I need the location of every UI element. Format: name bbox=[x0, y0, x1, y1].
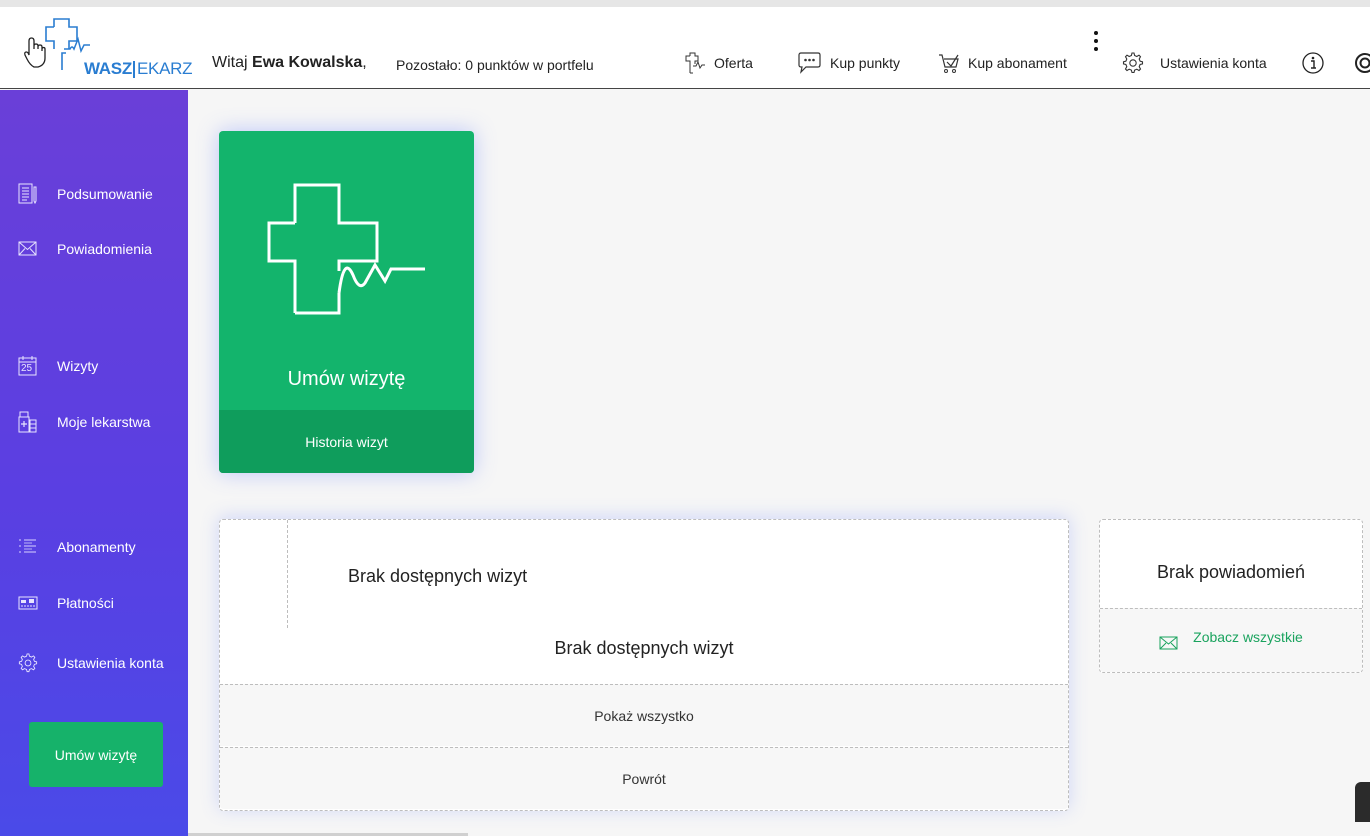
greeting-prefix: Witaj bbox=[212, 54, 248, 71]
app-window: WASZ EKARZ Witaj Ewa Kowalska, Pozostało… bbox=[0, 7, 1370, 836]
show-all-button[interactable]: Pokaż wszystko bbox=[220, 684, 1068, 746]
summary-icon bbox=[18, 183, 38, 205]
visits-empty-message: Brak dostępnych wizyt bbox=[554, 638, 734, 658]
visits-panel: Brak dostępnych wizyt Brak dostępnych wi… bbox=[219, 519, 1069, 811]
power-icon bbox=[1355, 53, 1370, 73]
logout-button[interactable] bbox=[1355, 51, 1370, 75]
nav-buy-points-label: Kup punkty bbox=[830, 55, 901, 71]
nav-account-settings-label: Ustawienia konta bbox=[1160, 55, 1267, 71]
sidebar-item-label: Ustawienia konta bbox=[57, 655, 164, 671]
sidebar-item-label: Płatności bbox=[57, 595, 114, 611]
logo[interactable]: WASZ EKARZ bbox=[20, 15, 192, 79]
nav-offer-label: Oferta bbox=[714, 55, 753, 71]
see-all-label: Zobacz wszystkie bbox=[1193, 628, 1303, 645]
nav-offer[interactable]: Oferta bbox=[684, 51, 753, 75]
sidebar-item-label: Powiadomienia bbox=[57, 241, 152, 257]
gear-icon bbox=[18, 652, 38, 674]
chat-widget-tab[interactable] bbox=[1355, 782, 1370, 822]
envelope-icon bbox=[18, 238, 38, 260]
sidebar-item-payments[interactable]: Płatności bbox=[18, 591, 114, 615]
medical-cross-pulse-icon bbox=[267, 183, 425, 315]
nav-buy-points[interactable]: Kup punkty bbox=[796, 51, 900, 75]
info-icon bbox=[1302, 52, 1324, 74]
nav-account-settings[interactable]: Ustawienia konta bbox=[1122, 51, 1267, 75]
visit-history-button[interactable]: Historia wizyt bbox=[219, 410, 474, 473]
info-button[interactable] bbox=[1301, 51, 1333, 75]
sidebar-item-subscriptions[interactable]: Abonamenty bbox=[18, 535, 136, 559]
sidebar-item-label: Podsumowanie bbox=[57, 186, 153, 202]
pharmacy-icon bbox=[18, 411, 38, 433]
sidebar-book-visit-button[interactable]: Umów wizytę bbox=[29, 722, 163, 787]
nav-buy-subscription[interactable]: Kup abonament bbox=[938, 51, 1067, 75]
sidebar-item-label: Wizyty bbox=[57, 358, 99, 374]
greeting: Witaj Ewa Kowalska, bbox=[212, 54, 367, 72]
book-visit-card[interactable]: Umów wizytę Historia wizyt bbox=[219, 131, 474, 473]
user-name: Ewa Kowalska bbox=[252, 54, 363, 71]
panel-divider bbox=[287, 520, 288, 628]
sidebar-item-summary[interactable]: Podsumowanie bbox=[18, 182, 153, 206]
logo-text-lekarz: EKARZ bbox=[137, 59, 193, 78]
gear-icon bbox=[1122, 52, 1144, 74]
more-menu-icon[interactable] bbox=[1093, 27, 1099, 73]
cart-icon bbox=[939, 54, 959, 73]
book-visit-title: Umów wizytę bbox=[287, 368, 406, 390]
notifications-empty-message: Brak powiadomień bbox=[1156, 562, 1306, 582]
sidebar: Podsumowanie Powiadomienia 25 Wizyty Moj… bbox=[0, 90, 188, 836]
sidebar-item-label: Abonamenty bbox=[57, 539, 136, 555]
sidebar-item-account-settings[interactable]: Ustawienia konta bbox=[18, 651, 164, 675]
visits-empty-subtitle: Brak dostępnych wizyt bbox=[348, 566, 528, 586]
envelope-icon bbox=[1159, 636, 1178, 650]
chat-bubble-icon bbox=[798, 52, 821, 74]
logo-text-wasz: WASZ bbox=[84, 59, 132, 78]
sidebar-item-visits[interactable]: 25 Wizyty bbox=[18, 354, 98, 378]
card-icon bbox=[18, 592, 38, 614]
nav-buy-subscription-label: Kup abonament bbox=[968, 55, 1067, 71]
see-all-notifications-link[interactable]: Zobacz wszystkie bbox=[1100, 608, 1362, 672]
list-icon bbox=[18, 536, 38, 558]
calendar-day: 25 bbox=[21, 363, 33, 374]
sidebar-item-medicines[interactable]: Moje lekarstwa bbox=[18, 410, 150, 434]
points-balance: Pozostało: 0 punktów w portfelu bbox=[396, 57, 594, 73]
sidebar-item-notifications[interactable]: Powiadomienia bbox=[18, 237, 152, 261]
greeting-suffix: , bbox=[362, 54, 367, 71]
calendar-icon: 25 bbox=[18, 355, 38, 377]
top-header: WASZ EKARZ Witaj Ewa Kowalska, Pozostało… bbox=[0, 7, 1370, 89]
notifications-panel: Brak powiadomień Zobacz wszystkie bbox=[1099, 519, 1363, 673]
logo-bar bbox=[133, 61, 135, 78]
sidebar-item-label: Moje lekarstwa bbox=[57, 414, 151, 430]
back-button[interactable]: Powrót bbox=[220, 747, 1068, 809]
cross-pulse-icon bbox=[685, 52, 705, 74]
